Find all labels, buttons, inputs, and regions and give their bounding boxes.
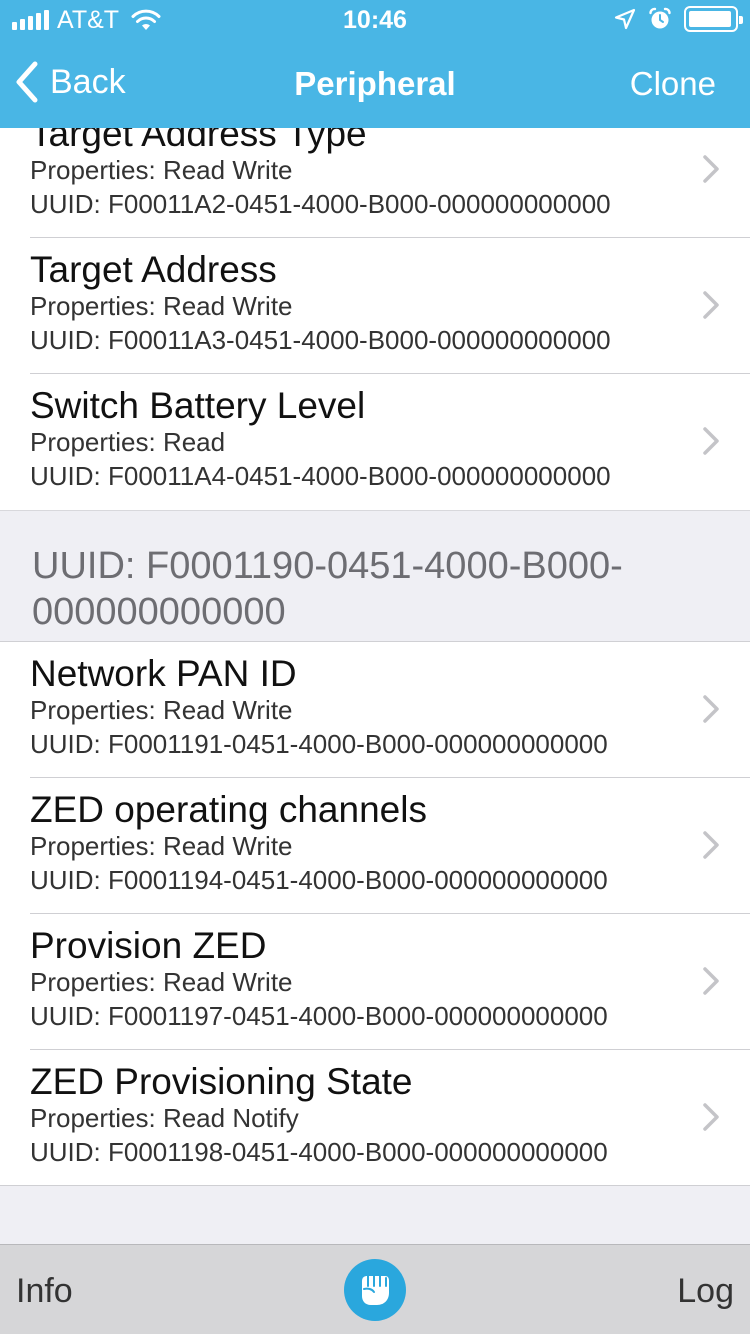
characteristic-uuid: UUID: F00011A4-0451-4000-B000-0000000000… bbox=[30, 461, 611, 491]
characteristic-uuid: UUID: F0001197-0451-4000-B000-0000000000… bbox=[30, 1001, 608, 1031]
chevron-right-icon bbox=[703, 695, 719, 723]
characteristic-row[interactable]: Target Address Properties: Read Write UU… bbox=[0, 238, 750, 374]
info-tab[interactable]: Info bbox=[16, 1271, 73, 1311]
characteristic-uuid: UUID: F0001191-0451-4000-B000-0000000000… bbox=[30, 729, 608, 759]
status-right bbox=[614, 6, 743, 32]
characteristic-uuid: UUID: F0001194-0451-4000-B000-0000000000… bbox=[30, 865, 608, 895]
characteristic-uuid: UUID: F00011A2-0451-4000-B000-0000000000… bbox=[30, 189, 611, 219]
clone-button[interactable]: Clone bbox=[630, 64, 716, 104]
fist-icon[interactable] bbox=[344, 1259, 406, 1321]
back-button[interactable]: Back bbox=[14, 60, 126, 104]
top-bar: AT&T 10:46 Back Peripheral Clone bbox=[0, 0, 750, 128]
navigation-bar: Back Peripheral Clone bbox=[0, 40, 750, 128]
characteristic-row[interactable]: Network PAN ID Properties: Read Write UU… bbox=[0, 642, 750, 778]
characteristic-properties: Properties: Read bbox=[30, 427, 226, 457]
characteristic-row[interactable]: Provision ZED Properties: Read Write UUI… bbox=[0, 914, 750, 1050]
characteristic-name: Provision ZED bbox=[30, 925, 267, 966]
characteristic-properties: Properties: Read Write bbox=[30, 291, 293, 321]
characteristic-properties: Properties: Read Write bbox=[30, 831, 293, 861]
characteristic-properties: Properties: Read Notify bbox=[30, 1103, 299, 1133]
characteristic-name: ZED Provisioning State bbox=[30, 1061, 413, 1102]
fist-logo-glyph bbox=[362, 1275, 389, 1305]
bottom-tab-bar: Info Log bbox=[0, 1244, 750, 1334]
characteristic-name: Switch Battery Level bbox=[30, 385, 366, 426]
location-arrow-icon bbox=[614, 8, 636, 30]
chevron-right-icon bbox=[703, 831, 719, 859]
chevron-right-icon bbox=[703, 1103, 719, 1131]
back-button-label: Back bbox=[50, 63, 126, 101]
chevron-right-icon bbox=[703, 427, 719, 455]
characteristic-properties: Properties: Read Write bbox=[30, 695, 293, 725]
characteristic-properties: Properties: Read Write bbox=[30, 967, 293, 997]
characteristic-properties: Properties: Read Write bbox=[30, 155, 293, 185]
status-bar: AT&T 10:46 bbox=[0, 0, 750, 40]
chevron-right-icon bbox=[703, 291, 719, 319]
chevron-right-icon bbox=[703, 967, 719, 995]
characteristic-row[interactable]: ZED operating channels Properties: Read … bbox=[0, 778, 750, 914]
log-tab[interactable]: Log bbox=[677, 1271, 734, 1311]
characteristic-name: ZED operating channels bbox=[30, 789, 427, 830]
characteristic-row[interactable]: Switch Battery Level Properties: Read UU… bbox=[0, 374, 750, 510]
battery-icon bbox=[684, 6, 743, 32]
characteristic-name: Target Address bbox=[30, 249, 277, 290]
characteristic-uuid: UUID: F00011A3-0451-4000-B000-0000000000… bbox=[30, 325, 611, 355]
alarm-icon bbox=[649, 7, 671, 29]
service-section-header: UUID: F0001190-0451-4000-B000-0000000000… bbox=[0, 510, 750, 642]
chevron-right-icon bbox=[703, 155, 719, 183]
characteristic-row[interactable]: ZED Provisioning State Properties: Read … bbox=[0, 1050, 750, 1186]
characteristic-name: Network PAN ID bbox=[30, 653, 297, 694]
chevron-left-icon bbox=[16, 61, 38, 103]
screen: Target Address Type Properties: Read Wri… bbox=[0, 0, 750, 1334]
characteristic-uuid: UUID: F0001198-0451-4000-B000-0000000000… bbox=[30, 1137, 608, 1167]
service-uuid: UUID: F0001190-0451-4000-B000-0000000000… bbox=[32, 545, 623, 633]
